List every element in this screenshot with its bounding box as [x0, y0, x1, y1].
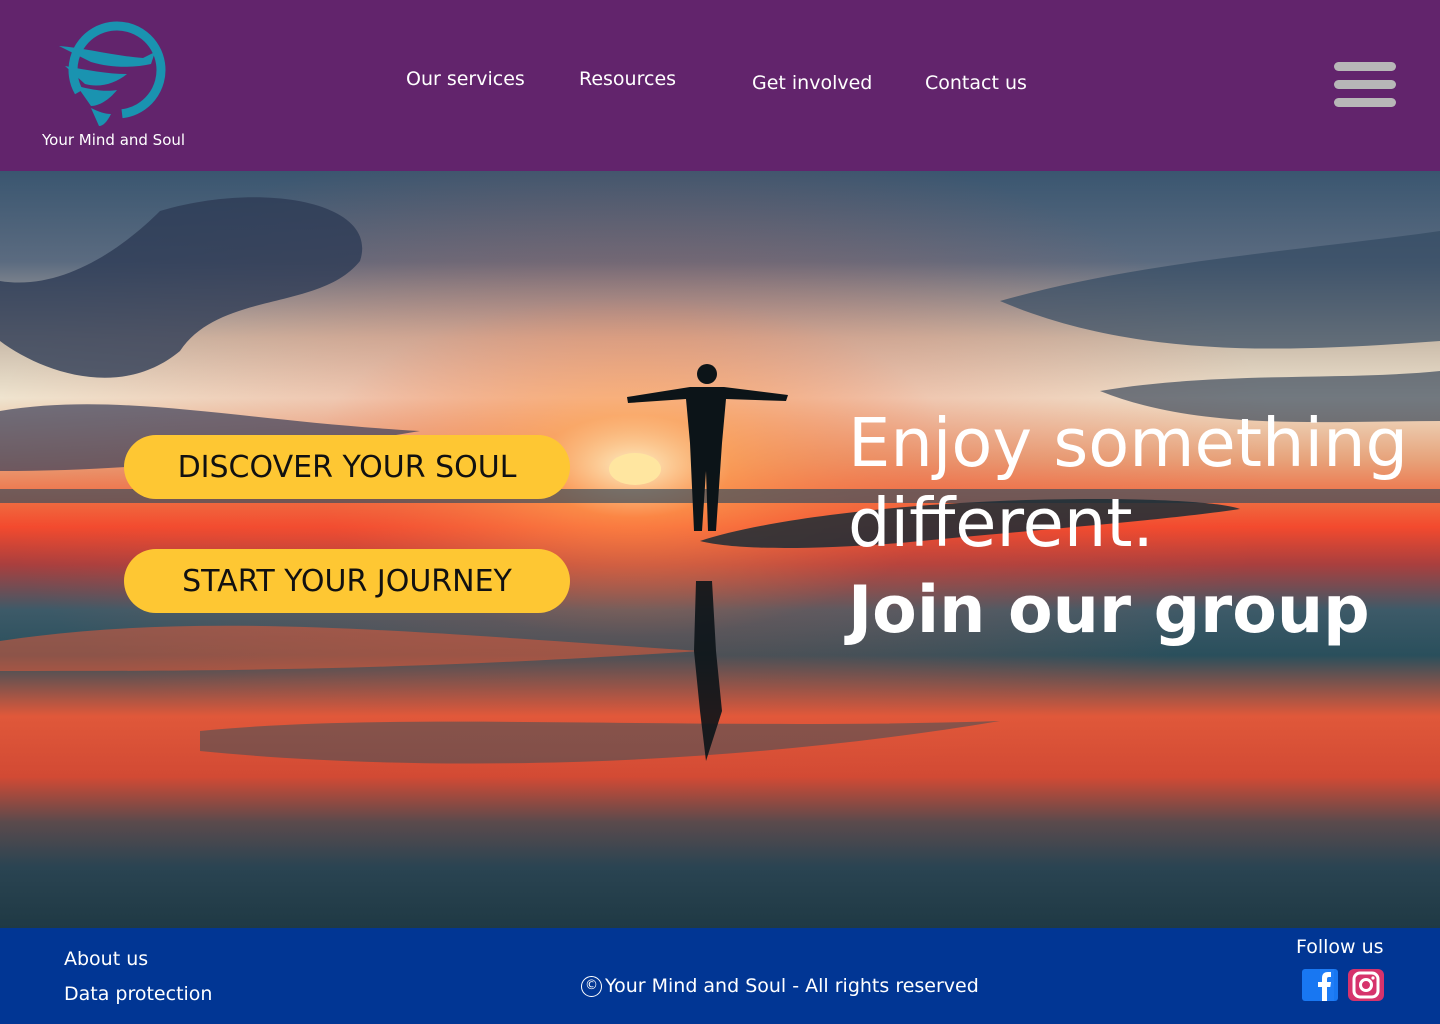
bird-logo-icon: [59, 21, 166, 126]
menu-bar: [1334, 62, 1396, 71]
menu-bar: [1334, 80, 1396, 89]
start-your-journey-button[interactable]: START YOUR JOURNEY: [124, 549, 570, 613]
tagline-line-2: different.: [848, 484, 1154, 562]
copyright-icon: ©: [581, 975, 602, 997]
hero-section: DISCOVER YOUR SOUL START YOUR JOURNEY En…: [0, 171, 1440, 928]
nav-contact-us[interactable]: Contact us: [925, 72, 1027, 94]
footer-data-protection[interactable]: Data protection: [64, 983, 212, 1005]
copyright: © Your Mind and Soul - All rights reserv…: [581, 975, 979, 997]
tagline-line-1: Enjoy something: [848, 404, 1409, 482]
nav-resources[interactable]: Resources: [579, 68, 676, 90]
menu-bar: [1334, 98, 1396, 107]
site-header: Your Mind and Soul Our services Resource…: [0, 0, 1440, 171]
facebook-icon[interactable]: [1302, 969, 1338, 1001]
hero-join-heading: Join our group: [848, 573, 1370, 648]
hero-tagline: Enjoy something different.: [848, 403, 1408, 563]
discover-your-soul-button[interactable]: DISCOVER YOUR SOUL: [124, 435, 570, 499]
hamburger-icon[interactable]: [1332, 60, 1398, 110]
brand-name: Your Mind and Soul: [42, 131, 186, 149]
nav-get-involved[interactable]: Get involved: [752, 72, 872, 94]
site-footer: About us Data protection © Your Mind and…: [0, 928, 1440, 1024]
footer-about-us[interactable]: About us: [64, 948, 148, 970]
follow-us-label: Follow us: [1296, 936, 1384, 958]
copyright-text: Your Mind and Soul - All rights reserved: [605, 975, 979, 997]
logo[interactable]: Your Mind and Soul: [40, 18, 200, 158]
nav-our-services[interactable]: Our services: [406, 68, 525, 90]
instagram-icon[interactable]: [1348, 969, 1384, 1001]
